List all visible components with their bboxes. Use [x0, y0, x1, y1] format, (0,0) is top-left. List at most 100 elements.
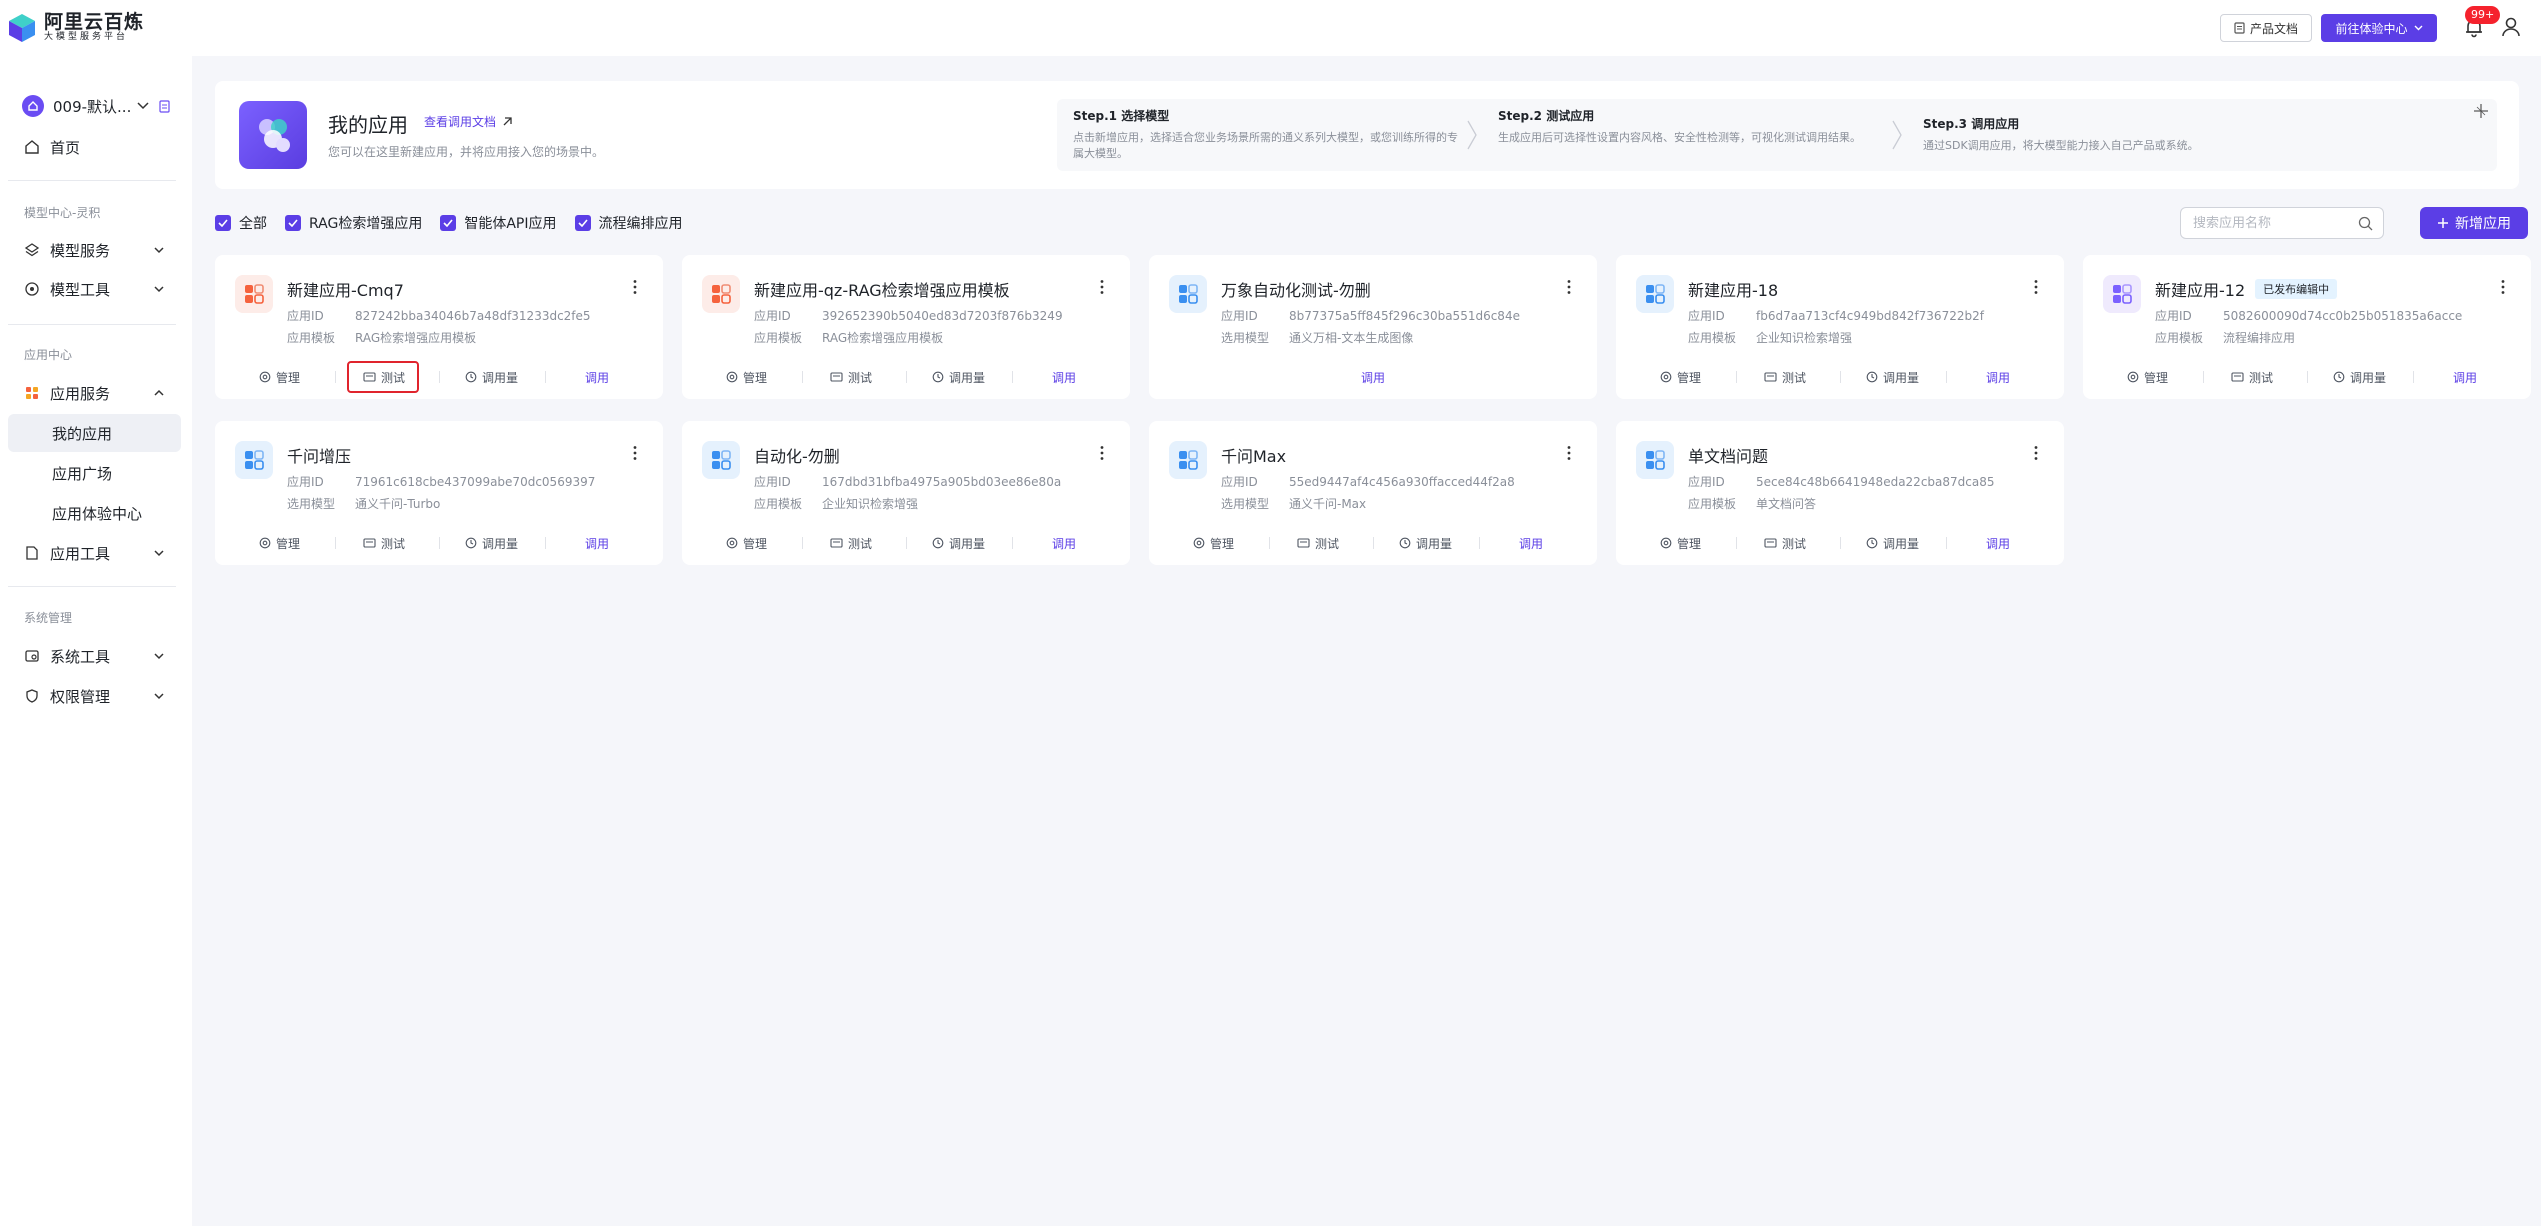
app-card-title: 新建应用-Cmq7 — [287, 281, 404, 300]
settings-icon — [726, 371, 738, 383]
filter-agent-api-checkbox[interactable]: 智能体API应用 — [440, 213, 557, 233]
test-button[interactable]: 测试 — [363, 531, 405, 555]
test-button[interactable]: 测试 — [1764, 365, 1806, 389]
call-button[interactable]: 调用 — [1986, 365, 2010, 389]
user-icon[interactable] — [2500, 16, 2522, 38]
sidebar-item-app-tools[interactable]: 应用工具 — [8, 534, 181, 572]
manage-button[interactable]: 管理 — [1193, 531, 1234, 555]
filter-all-checkbox[interactable]: 全部 — [215, 213, 267, 233]
sidebar-item-model-tools[interactable]: 模型工具 — [8, 270, 181, 308]
action-divider — [1946, 537, 1947, 549]
view-docs-link[interactable]: 查看调用文档 — [424, 113, 513, 130]
more-options-icon[interactable] — [1567, 279, 1571, 295]
manage-button[interactable]: 管理 — [259, 531, 300, 555]
filter-rag-checkbox[interactable]: RAG检索增强应用 — [285, 213, 422, 233]
manage-button[interactable]: 管理 — [726, 531, 767, 555]
product-docs-button[interactable]: 产品文档 — [2220, 14, 2312, 42]
app-type-icon — [702, 441, 740, 479]
call-button[interactable]: 调用 — [2453, 365, 2477, 389]
more-options-icon[interactable] — [2034, 445, 2038, 461]
app-card[interactable]: 自动化-勿删 应用ID 167dbd31bfba4975a905bd03ee86e… — [682, 421, 1130, 565]
call-button[interactable]: 调用 — [585, 531, 609, 555]
test-label: 测试 — [381, 536, 406, 551]
logo-cube-icon — [8, 13, 36, 43]
sidebar-item-system-tools[interactable]: 系统工具 — [8, 637, 181, 675]
usage-button[interactable]: 调用量 — [1866, 365, 1919, 389]
search-icon[interactable] — [2358, 216, 2373, 231]
app-card[interactable]: 新建应用-18 应用ID fb6d7aa713cf4c949bd842f73672… — [1616, 255, 2064, 399]
manage-button[interactable]: 管理 — [259, 365, 300, 389]
workspace-selector[interactable]: 009-默认... — [22, 92, 182, 120]
layers-icon — [24, 242, 40, 258]
manage-label: 管理 — [1677, 536, 1702, 551]
app-card[interactable]: 单文档问题 应用ID 5ece84c48b6641948eda22cba87dca… — [1616, 421, 2064, 565]
manage-button[interactable]: 管理 — [2127, 365, 2168, 389]
manage-button[interactable]: 管理 — [726, 365, 767, 389]
more-options-icon[interactable] — [2034, 279, 2038, 295]
sidebar-item-app-square[interactable]: 应用广场 — [8, 454, 181, 492]
collapse-icon[interactable] — [2473, 103, 2489, 119]
test-button[interactable]: 测试 — [1764, 531, 1806, 555]
field-label: 应用ID — [754, 309, 791, 323]
manage-button[interactable]: 管理 — [1660, 365, 1701, 389]
app-card[interactable]: 千问Max 应用ID 55ed9447af4c456a930ffacced44f2… — [1149, 421, 1597, 565]
app-card[interactable]: 万象自动化测试-勿删 应用ID 8b77375a5ff845f296c30ba55… — [1149, 255, 1597, 399]
test-label: 测试 — [1782, 536, 1807, 551]
experience-center-button[interactable]: 前往体验中心 — [2321, 14, 2437, 42]
sidebar-item-model-service[interactable]: 模型服务 — [8, 231, 181, 269]
add-app-button[interactable]: 新增应用 — [2420, 207, 2528, 239]
app-card-actions: 管理 测试 调用量 调用 — [1149, 531, 1597, 555]
app-card-title: 万象自动化测试-勿删 — [1221, 281, 1371, 300]
test-button[interactable]: 测试 — [830, 365, 872, 389]
call-button[interactable]: 调用 — [1052, 531, 1076, 555]
call-button[interactable]: 调用 — [1149, 365, 1597, 389]
test-button[interactable]: 测试 — [2231, 365, 2273, 389]
more-options-icon[interactable] — [1100, 445, 1104, 461]
field-label: 应用模板 — [1688, 331, 1737, 345]
call-button[interactable]: 调用 — [1986, 531, 2010, 555]
sidebar-item-permission[interactable]: 权限管理 — [8, 677, 181, 715]
more-options-icon[interactable] — [1100, 279, 1104, 295]
field-label: 应用ID — [1688, 475, 1725, 489]
sidebar-item-my-apps[interactable]: 我的应用 — [8, 414, 181, 452]
action-divider — [1269, 537, 1270, 549]
app-type-icon — [1169, 275, 1207, 313]
usage-button[interactable]: 调用量 — [932, 365, 985, 389]
more-options-icon[interactable] — [633, 279, 637, 295]
field-label: 应用ID — [1688, 309, 1725, 323]
call-button[interactable]: 调用 — [1519, 531, 1543, 555]
call-button[interactable]: 调用 — [1052, 365, 1076, 389]
app-id-row: 应用ID 392652390b5040ed83d7203f876b3249 — [754, 307, 1063, 324]
manage-button[interactable]: 管理 — [1660, 531, 1701, 555]
filter-workflow-checkbox[interactable]: 流程编排应用 — [574, 213, 683, 233]
call-button[interactable]: 调用 — [585, 365, 609, 389]
field-label: 应用ID — [754, 475, 791, 489]
search-input[interactable] — [2181, 208, 2351, 238]
more-options-icon[interactable] — [2501, 279, 2505, 295]
usage-button[interactable]: 调用量 — [465, 365, 518, 389]
more-options-icon[interactable] — [1567, 445, 1571, 461]
usage-button[interactable]: 调用量 — [932, 531, 985, 555]
action-divider — [2203, 371, 2204, 383]
app-card[interactable]: 新建应用-qz-RAG检索增强应用模板 应用ID 392652390b5040ed… — [682, 255, 1130, 399]
app-card[interactable]: 千问增压 应用ID 71961c618cbe437099abe70dc056939… — [215, 421, 663, 565]
usage-button[interactable]: 调用量 — [1399, 531, 1452, 555]
sidebar-item-app-experience[interactable]: 应用体验中心 — [8, 494, 181, 532]
usage-button[interactable]: 调用量 — [1866, 531, 1919, 555]
test-button[interactable]: 测试 — [1297, 531, 1339, 555]
sidebar-item-app-service[interactable]: 应用服务 — [8, 374, 181, 412]
chevron-up-icon — [154, 389, 164, 396]
app-card[interactable]: 新建应用-Cmq7 应用ID 827242bba34046b7a48df31233… — [215, 255, 663, 399]
logo[interactable]: 阿里云百炼 大模型服务平台 — [8, 12, 144, 43]
call-label: 调用 — [1360, 370, 1385, 385]
notification-badge: 99+ — [2465, 6, 2501, 24]
workspace-doc-icon[interactable] — [159, 99, 170, 113]
usage-button[interactable]: 调用量 — [2333, 365, 2386, 389]
app-card[interactable]: 新建应用-12 已发布编辑中 应用ID 5082600090d74cc0b25b05… — [2083, 255, 2531, 399]
test-button[interactable]: 测试 — [830, 531, 872, 555]
sidebar-item-home[interactable]: 首页 — [8, 128, 181, 166]
app-template-value: 企业知识检索增强 — [822, 497, 919, 511]
more-options-icon[interactable] — [633, 445, 637, 461]
usage-button[interactable]: 调用量 — [465, 531, 518, 555]
app-template-value: RAG检索增强应用模板 — [355, 331, 477, 345]
